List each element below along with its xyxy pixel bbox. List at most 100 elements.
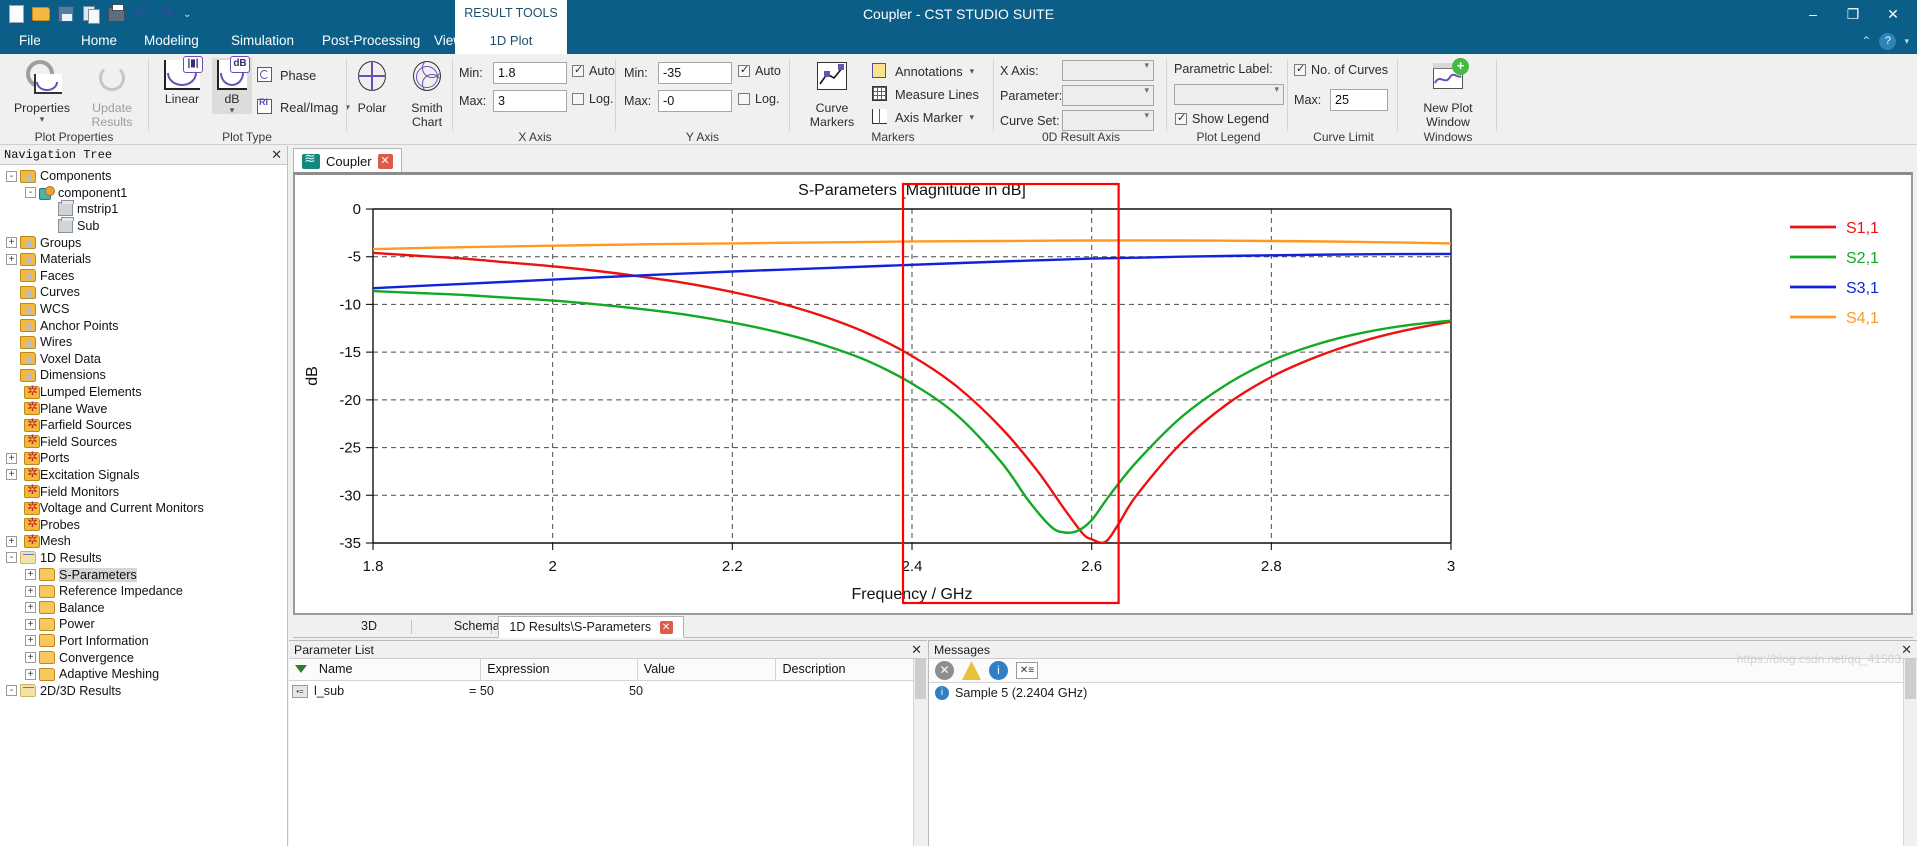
tree-item-wires[interactable]: Wires (0, 334, 287, 351)
help-icon[interactable]: ? (1879, 32, 1897, 50)
tree-item-convergence[interactable]: + Convergence (0, 649, 287, 666)
annotations-button[interactable]: Annotations ▾ (871, 60, 974, 83)
column-header-name[interactable]: Name (313, 658, 482, 681)
x-max-input[interactable]: 3 (493, 90, 567, 112)
tree-item-s-parameters[interactable]: + S-Parameters (0, 566, 287, 583)
tree-item-power[interactable]: + Power (0, 616, 287, 633)
tab-1d-plot[interactable]: 1D Plot (455, 28, 567, 54)
navigation-tree[interactable]: - Components - component1 mstrip1 Sub + Groups +… (0, 165, 287, 846)
tab-post-processing[interactable]: Post-Processing (313, 28, 429, 54)
linear-plot-button[interactable]: |▮| Linear (154, 56, 210, 106)
tree-item-components[interactable]: - Components (0, 168, 287, 185)
db-plot-button[interactable]: dB dB ▾ (212, 56, 252, 115)
tab-modeling[interactable]: Modeling (135, 28, 208, 54)
db-dropdown-icon[interactable]: ▾ (212, 106, 252, 115)
expand-toggle-icon[interactable]: + (25, 668, 36, 680)
minimize-button[interactable]: – (1793, 0, 1833, 28)
tree-item-plane-wave[interactable]: Plane Wave (0, 399, 287, 417)
expand-toggle-icon[interactable]: + (25, 569, 36, 581)
tree-item-adaptive-meshing[interactable]: + Adaptive Meshing (0, 666, 287, 683)
tree-item-lumped-elements[interactable]: Lumped Elements (0, 383, 287, 401)
expand-toggle-icon[interactable]: + (25, 635, 36, 647)
tree-item-curves[interactable]: Curves (0, 284, 287, 301)
y-min-input[interactable]: -35 (658, 62, 732, 84)
tree-item-reference-impedance[interactable]: + Reference Impedance (0, 583, 287, 600)
tree-item-probes[interactable]: Probes (0, 515, 287, 533)
expand-toggle-icon[interactable]: + (6, 237, 17, 249)
polar-plot-button[interactable]: Polar (348, 58, 396, 115)
tree-item-1d-results[interactable]: - 1D Results (0, 550, 287, 567)
annotations-dropdown-icon[interactable]: ▾ (970, 66, 975, 77)
document-tab-coupler[interactable]: Coupler ✕ (293, 148, 402, 173)
tree-item-balance[interactable]: + Balance (0, 599, 287, 616)
messages-scrollbar[interactable] (1903, 659, 1917, 846)
tree-item-dimensions[interactable]: Dimensions (0, 367, 287, 384)
parameter-list-scrollbar[interactable] (913, 659, 927, 846)
view-tab-close-icon[interactable]: ✕ (659, 621, 673, 635)
expand-toggle-icon[interactable]: + (25, 585, 36, 597)
tree-item-excitation-signals[interactable]: + Excitation Signals (0, 465, 287, 484)
help-dropdown-icon[interactable]: ▾ (1904, 36, 1909, 47)
restore-button[interactable]: ❐ (1833, 0, 1873, 28)
tab-home[interactable]: Home (72, 28, 126, 54)
warning-filter-icon[interactable] (962, 661, 981, 680)
show-legend-checkbox[interactable]: Show Legend (1175, 111, 1269, 126)
x-axis-select[interactable] (1062, 60, 1154, 81)
tree-item-field-monitors[interactable]: Field Monitors (0, 482, 287, 500)
y-auto-checkbox[interactable]: Auto (738, 63, 781, 78)
update-results-button[interactable]: Update Results (75, 58, 149, 129)
collapse-toggle-icon[interactable]: - (6, 170, 17, 182)
tree-item-sub[interactable]: Sub (0, 217, 287, 235)
axis-marker-dropdown-icon[interactable]: ▾ (970, 112, 975, 123)
curve-max-input[interactable]: 25 (1330, 89, 1388, 111)
curve-set-select[interactable] (1062, 110, 1154, 131)
expand-toggle-icon[interactable]: + (6, 469, 17, 481)
filter-funnel-icon[interactable] (295, 664, 307, 676)
plot-frame[interactable]: S-Parameters [Magnitude in dB] 0 -5 -10 -15-… (293, 172, 1913, 615)
curve-markers-button[interactable]: Curve Markers (799, 58, 865, 129)
y-log-checkbox[interactable]: Log. (738, 92, 780, 106)
tree-item-mesh[interactable]: + Mesh (0, 532, 287, 550)
error-filter-icon[interactable]: ✕ (935, 661, 954, 680)
column-header-description[interactable]: Description (776, 659, 927, 681)
column-header-expression[interactable]: Expression (481, 658, 638, 681)
tree-item-materials[interactable]: + Materials (0, 251, 287, 268)
expand-toggle-icon[interactable]: + (6, 535, 17, 547)
s-parameter-chart[interactable]: S-Parameters [Magnitude in dB]0-5-10-15-… (295, 175, 1911, 613)
document-tab-close-icon[interactable]: ✕ (377, 153, 393, 169)
parameter-list-close-icon[interactable]: ✕ (911, 641, 922, 659)
parameter-select[interactable] (1062, 85, 1154, 106)
expand-toggle-icon[interactable]: + (25, 618, 36, 630)
y-max-input[interactable]: -0 (658, 90, 732, 112)
tree-item-groups[interactable]: + Groups (0, 234, 287, 251)
phase-button[interactable]: Phase (256, 64, 316, 87)
tree-item-anchor-points[interactable]: Anchor Points (0, 317, 287, 334)
info-filter-icon[interactable]: i (989, 661, 1008, 680)
tree-item-field-sources[interactable]: Field Sources (0, 432, 287, 451)
view-tab-3d[interactable]: 3D (321, 616, 417, 638)
collapse-toggle-icon[interactable]: - (25, 187, 36, 199)
view-tab-1d-results-s-parameters[interactable]: 1D Results\S-Parameters ✕ (498, 616, 684, 638)
properties-button[interactable]: Properties ▾ (5, 58, 79, 124)
x-auto-checkbox[interactable]: Auto (572, 63, 615, 78)
axis-marker-button[interactable]: Axis Marker ▾ (871, 106, 974, 129)
real-imag-button[interactable]: RI Real/Imag ▾ (256, 96, 350, 119)
expand-toggle-icon[interactable]: + (25, 602, 36, 614)
navigation-close-icon[interactable]: ✕ (271, 147, 282, 163)
tree-item-wcs[interactable]: WCS (0, 301, 287, 318)
tree-item-voxel-data[interactable]: Voxel Data (0, 351, 287, 368)
close-button[interactable]: ✕ (1873, 0, 1913, 28)
new-plot-window-button[interactable]: + New Plot Window (1408, 58, 1488, 129)
tree-item-faces[interactable]: Faces (0, 268, 287, 285)
tree-item-2d-3d-results[interactable]: - 2D/3D Results (0, 682, 287, 699)
tab-simulation[interactable]: Simulation (222, 28, 303, 54)
expand-toggle-icon[interactable]: + (6, 452, 17, 464)
collapse-toggle-icon[interactable]: - (6, 552, 17, 564)
tab-file[interactable]: File (10, 28, 50, 54)
tree-item-component1[interactable]: - component1 (0, 185, 287, 202)
parametric-label-select[interactable] (1174, 84, 1284, 105)
expand-toggle-icon[interactable]: + (25, 652, 36, 664)
properties-dropdown-icon[interactable]: ▾ (5, 115, 79, 124)
tree-item-voltage-and-current-monitors[interactable]: Voltage and Current Monitors (0, 499, 287, 517)
tree-item-farfield-sources[interactable]: Farfield Sources (0, 416, 287, 434)
